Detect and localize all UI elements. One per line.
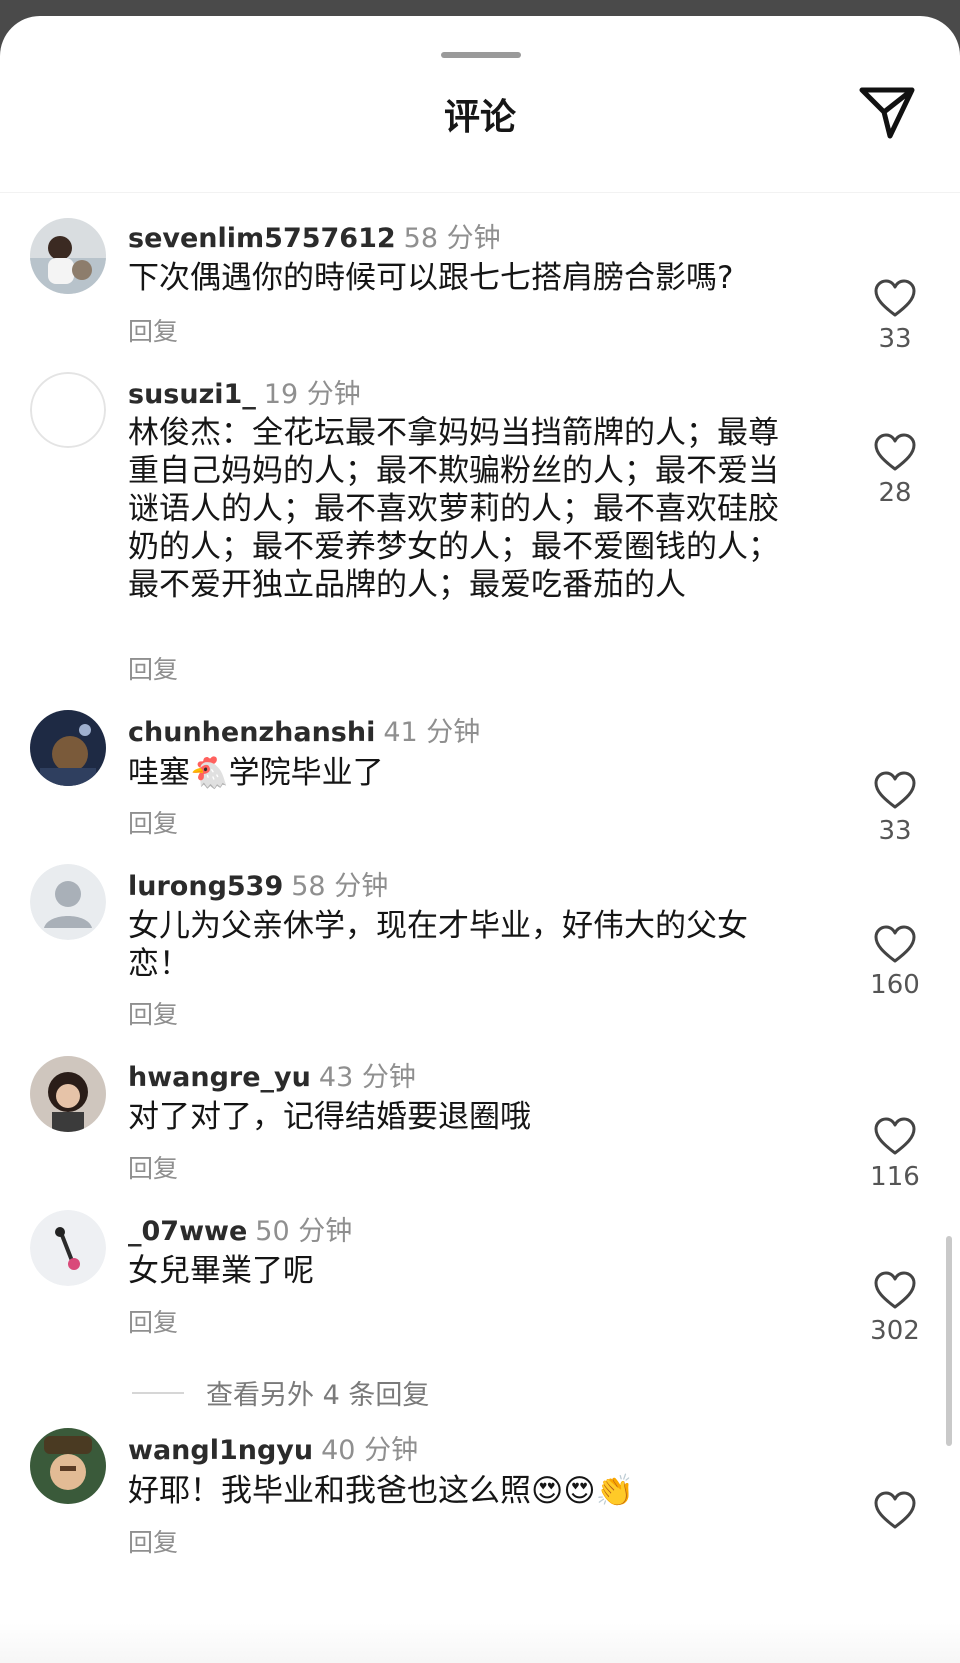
like-control[interactable] xyxy=(855,1490,935,1530)
scrollbar[interactable] xyxy=(946,1236,952,1446)
like-count: 33 xyxy=(878,816,912,846)
like-count: 116 xyxy=(870,1162,920,1192)
send-icon[interactable] xyxy=(856,80,920,144)
comment-username[interactable]: lurong539 xyxy=(128,871,283,902)
heart-outline-icon[interactable] xyxy=(873,432,917,472)
avatar[interactable] xyxy=(30,218,106,294)
comment-meta: lurong539 58 分钟 xyxy=(128,864,388,903)
avatar[interactable] xyxy=(30,1210,106,1286)
comment-text: 对了对了，记得结婚要退圈哦 xyxy=(128,1099,531,1135)
reply-button[interactable]: 回复 xyxy=(128,1149,178,1185)
heart-outline-icon[interactable] xyxy=(873,924,917,964)
reply-button[interactable]: 回复 xyxy=(128,804,178,840)
comment-time: 50 分钟 xyxy=(255,1216,353,1247)
reply-button[interactable]: 回复 xyxy=(128,312,178,348)
header-divider xyxy=(0,192,960,193)
comment-time: 43 分钟 xyxy=(318,1062,416,1093)
comment-meta: _07wwe 50 分钟 xyxy=(128,1209,352,1248)
comment-meta: wangl1ngyu 40 分钟 xyxy=(128,1428,418,1467)
comment-meta: hwangre_yu 43 分钟 xyxy=(128,1055,416,1094)
comment-meta: susuzi1_ 19 分钟 xyxy=(128,372,361,411)
chicken-emoji: 🐔 xyxy=(190,755,229,791)
reply-button[interactable]: 回复 xyxy=(128,650,178,686)
reply-button[interactable]: 回复 xyxy=(128,1303,178,1339)
comments-sheet: 评论 sevenlim5757612 58 分钟 下次偶遇你的時候可以跟七七搭肩膀… xyxy=(0,16,960,1663)
comment-time: 58 分钟 xyxy=(291,871,389,902)
view-more-replies-button[interactable]: 查看另外 4 条回复 xyxy=(132,1373,429,1412)
replies-divider xyxy=(132,1391,184,1394)
heart-outline-icon[interactable] xyxy=(873,1270,917,1310)
comment-time: 40 分钟 xyxy=(321,1435,419,1466)
comment-text: 下次偶遇你的時候可以跟七七搭肩膀合影嗎? xyxy=(128,260,734,296)
comment-meta: chunhenzhanshi 41 分钟 xyxy=(128,710,480,749)
comment-text: 好耶！我毕业和我爸也这么照😍😍👏 xyxy=(128,1472,808,1510)
view-more-replies-label: 查看另外 4 条回复 xyxy=(206,1380,430,1411)
comment-username[interactable]: hwangre_yu xyxy=(128,1062,311,1093)
like-control[interactable]: 33 xyxy=(855,770,935,846)
emoji-group: 😍😍👏 xyxy=(531,1473,635,1509)
like-control[interactable]: 160 xyxy=(855,924,935,1000)
comment-username[interactable]: susuzi1_ xyxy=(128,379,256,410)
heart-outline-icon[interactable] xyxy=(873,278,917,318)
avatar[interactable] xyxy=(30,372,106,448)
comment-text-part: 哇塞 xyxy=(128,755,190,791)
avatar[interactable] xyxy=(30,1428,106,1504)
comment-time: 41 分钟 xyxy=(383,717,481,748)
comment-text: 林俊杰：全花坛最不拿妈妈当挡箭牌的人；最尊重自己妈妈的人；最不欺骗粉丝的人；最不… xyxy=(128,415,779,603)
like-control[interactable]: 33 xyxy=(855,278,935,354)
comment-username[interactable]: sevenlim5757612 xyxy=(128,223,396,254)
like-control[interactable]: 28 xyxy=(855,432,935,508)
avatar[interactable] xyxy=(30,1056,106,1132)
heart-outline-icon[interactable] xyxy=(873,1490,917,1530)
comment-text: 女兒畢業了呢 xyxy=(128,1253,314,1289)
reply-button[interactable]: 回复 xyxy=(128,995,178,1031)
bottom-fade xyxy=(0,1623,960,1663)
avatar[interactable] xyxy=(30,864,106,940)
page-title: 评论 xyxy=(443,97,516,138)
heart-outline-icon[interactable] xyxy=(873,1116,917,1156)
like-count: 160 xyxy=(870,970,920,1000)
like-count: 33 xyxy=(878,324,912,354)
comment-username[interactable]: wangl1ngyu xyxy=(128,1435,313,1466)
comment-time: 58 分钟 xyxy=(403,223,501,254)
like-control[interactable]: 302 xyxy=(855,1270,935,1346)
like-count: 302 xyxy=(870,1316,920,1346)
comment-text-part: 好耶！我毕业和我爸也这么照 xyxy=(128,1473,531,1509)
drag-handle[interactable] xyxy=(441,52,521,58)
comment-username[interactable]: _07wwe xyxy=(128,1216,247,1247)
comment-text: 女儿为父亲休学，现在才毕业，好伟大的父女恋！ xyxy=(128,908,748,982)
like-count: 28 xyxy=(878,478,912,508)
comment-time: 19 分钟 xyxy=(263,379,361,410)
avatar[interactable] xyxy=(30,710,106,786)
heart-outline-icon[interactable] xyxy=(873,770,917,810)
like-control[interactable]: 116 xyxy=(855,1116,935,1192)
comment-meta: sevenlim5757612 58 分钟 xyxy=(128,216,501,255)
comment-username[interactable]: chunhenzhanshi xyxy=(128,717,375,748)
reply-button[interactable]: 回复 xyxy=(128,1523,178,1559)
comment-text: 哇塞🐔学院毕业了 xyxy=(128,754,808,792)
comment-text-part: 学院毕业了 xyxy=(228,755,384,791)
